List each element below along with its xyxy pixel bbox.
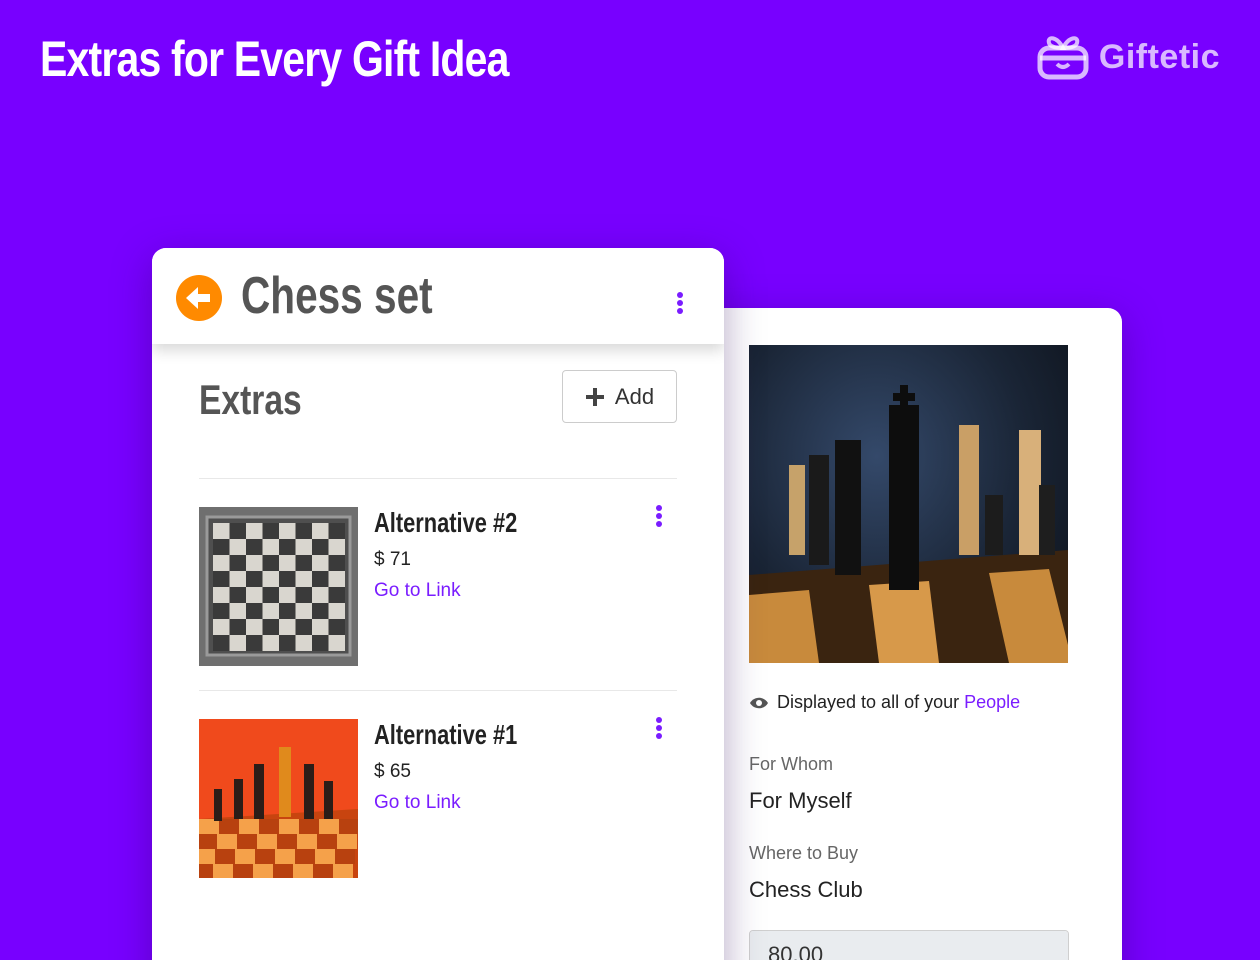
gift-extras-card: Chess set Extras Add Alternative #2 $ 71… [152, 248, 724, 960]
extra-item-link[interactable]: Go to Link [374, 792, 461, 814]
page-title: Extras for Every Gift Idea [40, 31, 509, 87]
extra-item: Alternative #2 $ 71 Go to Link [199, 505, 677, 667]
extra-item-price: $ 65 [374, 761, 411, 782]
extra-item-menu-button[interactable] [649, 713, 669, 743]
visibility-text: Displayed to all of your [777, 692, 965, 712]
where-to-buy-label: Where to Buy [749, 843, 859, 863]
extra-item-price: $ 71 [374, 549, 411, 570]
back-button[interactable] [176, 275, 222, 321]
divider [199, 690, 677, 691]
where-to-buy-value: Chess Club [749, 877, 863, 902]
for-whom-label: For Whom [749, 754, 834, 774]
add-extra-button[interactable]: Add [562, 370, 677, 423]
price-input[interactable] [750, 931, 1068, 960]
gift-menu-button[interactable] [670, 288, 690, 318]
kebab-menu-icon [656, 505, 662, 511]
extra-item-thumbnail [199, 507, 358, 666]
kebab-menu-icon [677, 292, 683, 298]
price-field: $ [749, 930, 1069, 960]
extras-heading: Extras [199, 376, 302, 423]
gift-title: Chess set [241, 267, 433, 325]
gift-detail-card: Displayed to all of your People For Whom… [700, 308, 1122, 960]
visibility-note: Displayed to all of your People [749, 692, 1020, 713]
extra-item-title: Alternative #2 [374, 507, 518, 538]
plus-icon [585, 387, 604, 406]
arrow-left-icon [186, 287, 210, 309]
brand-logo: Giftetic [1037, 34, 1220, 80]
extra-item-title: Alternative #1 [374, 719, 518, 750]
brand-name: Giftetic [1098, 37, 1220, 76]
people-link[interactable]: People [964, 692, 1020, 712]
chess-pieces-orange-image [199, 719, 358, 878]
add-label: Add [614, 383, 655, 409]
extra-item-thumbnail [199, 719, 358, 878]
kebab-menu-icon [656, 717, 662, 723]
chess-set-photo [749, 345, 1068, 663]
for-whom-value: For Myself [749, 788, 852, 813]
extra-item-menu-button[interactable] [649, 501, 669, 531]
divider [199, 478, 677, 479]
chessboard-image [199, 507, 358, 666]
extra-item: Alternative #1 $ 65 Go to Link [199, 717, 677, 879]
eye-icon [750, 697, 768, 708]
gift-header: Chess set [152, 248, 724, 344]
gift-icon [1037, 36, 1089, 80]
extra-item-link[interactable]: Go to Link [374, 580, 461, 602]
chess-pieces-illustration [749, 385, 1068, 663]
